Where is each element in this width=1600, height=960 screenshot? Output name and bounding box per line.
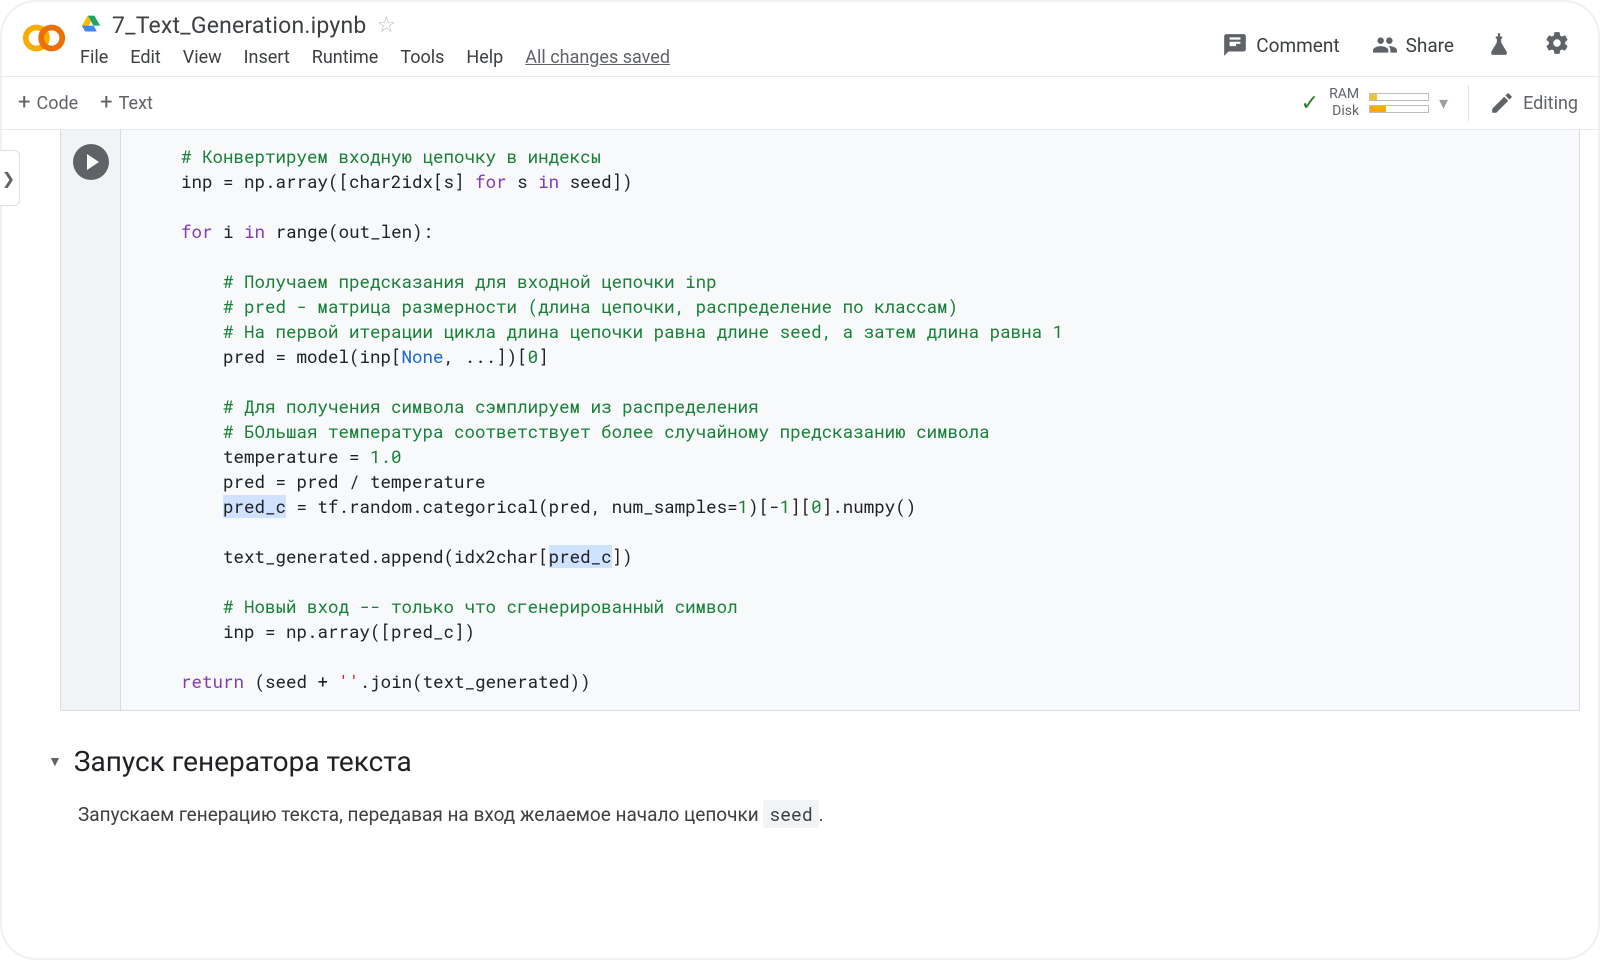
resource-dropdown-icon[interactable]: ▾	[1439, 93, 1448, 114]
comment-icon	[1222, 32, 1248, 58]
pencil-icon	[1489, 90, 1515, 116]
section-header[interactable]: ▼ Запуск генератора текста	[48, 745, 1600, 778]
section-paragraph: Запускаем генерацию текста, передавая на…	[48, 778, 1600, 826]
menu-runtime[interactable]: Runtime	[312, 47, 379, 68]
text-cell: ▼ Запуск генератора текста Запускаем ген…	[0, 711, 1600, 826]
resource-indicator[interactable]: ✓ RAM Disk ▾	[1301, 86, 1448, 120]
star-icon[interactable]: ☆	[377, 13, 397, 38]
collapse-triangle-icon[interactable]: ▼	[48, 753, 62, 770]
menu-help[interactable]: Help	[466, 47, 503, 68]
save-status[interactable]: All changes saved	[525, 47, 670, 68]
header: 7_Text_Generation.ipynb ☆ File Edit View…	[0, 0, 1600, 68]
menu-bar: File Edit View Insert Runtime Tools Help…	[80, 41, 1222, 68]
doc-title[interactable]: 7_Text_Generation.ipynb	[112, 12, 367, 39]
ram-bar	[1369, 93, 1429, 101]
colab-logo	[18, 12, 70, 64]
connected-check-icon: ✓	[1301, 91, 1319, 116]
divider	[1468, 85, 1469, 121]
menu-file[interactable]: File	[80, 47, 108, 68]
run-cell-button[interactable]	[73, 144, 109, 180]
disk-bar	[1369, 105, 1429, 113]
top-actions: Comment Share	[1222, 12, 1582, 60]
toolbar: +Code +Text ✓ RAM Disk ▾ Editing	[0, 76, 1600, 130]
flask-icon[interactable]	[1486, 30, 1512, 60]
menu-view[interactable]: View	[183, 47, 222, 68]
menu-insert[interactable]: Insert	[244, 47, 290, 68]
menu-edit[interactable]: Edit	[130, 47, 160, 68]
add-text-cell-button[interactable]: +Text	[100, 92, 153, 114]
comment-button[interactable]: Comment	[1222, 32, 1339, 58]
editing-mode-button[interactable]: Editing	[1489, 90, 1578, 116]
menu-tools[interactable]: Tools	[400, 47, 444, 68]
gear-icon[interactable]	[1544, 30, 1570, 60]
drive-icon	[80, 14, 102, 38]
share-button[interactable]: Share	[1372, 32, 1454, 58]
disk-label: Disk	[1329, 103, 1359, 120]
code-editor[interactable]: # Конвертируем входную цепочку в индексы…	[121, 130, 1579, 710]
code-cell[interactable]: # Конвертируем входную цепочку в индексы…	[60, 130, 1580, 711]
inline-code-seed: seed	[763, 800, 818, 828]
add-code-cell-button[interactable]: +Code	[18, 92, 78, 114]
cell-gutter	[61, 130, 121, 710]
ram-label: RAM	[1329, 86, 1359, 103]
sidebar-expand-handle[interactable]: ❯	[0, 150, 20, 206]
section-title: Запуск генератора текста	[74, 745, 412, 778]
people-icon	[1372, 32, 1398, 58]
